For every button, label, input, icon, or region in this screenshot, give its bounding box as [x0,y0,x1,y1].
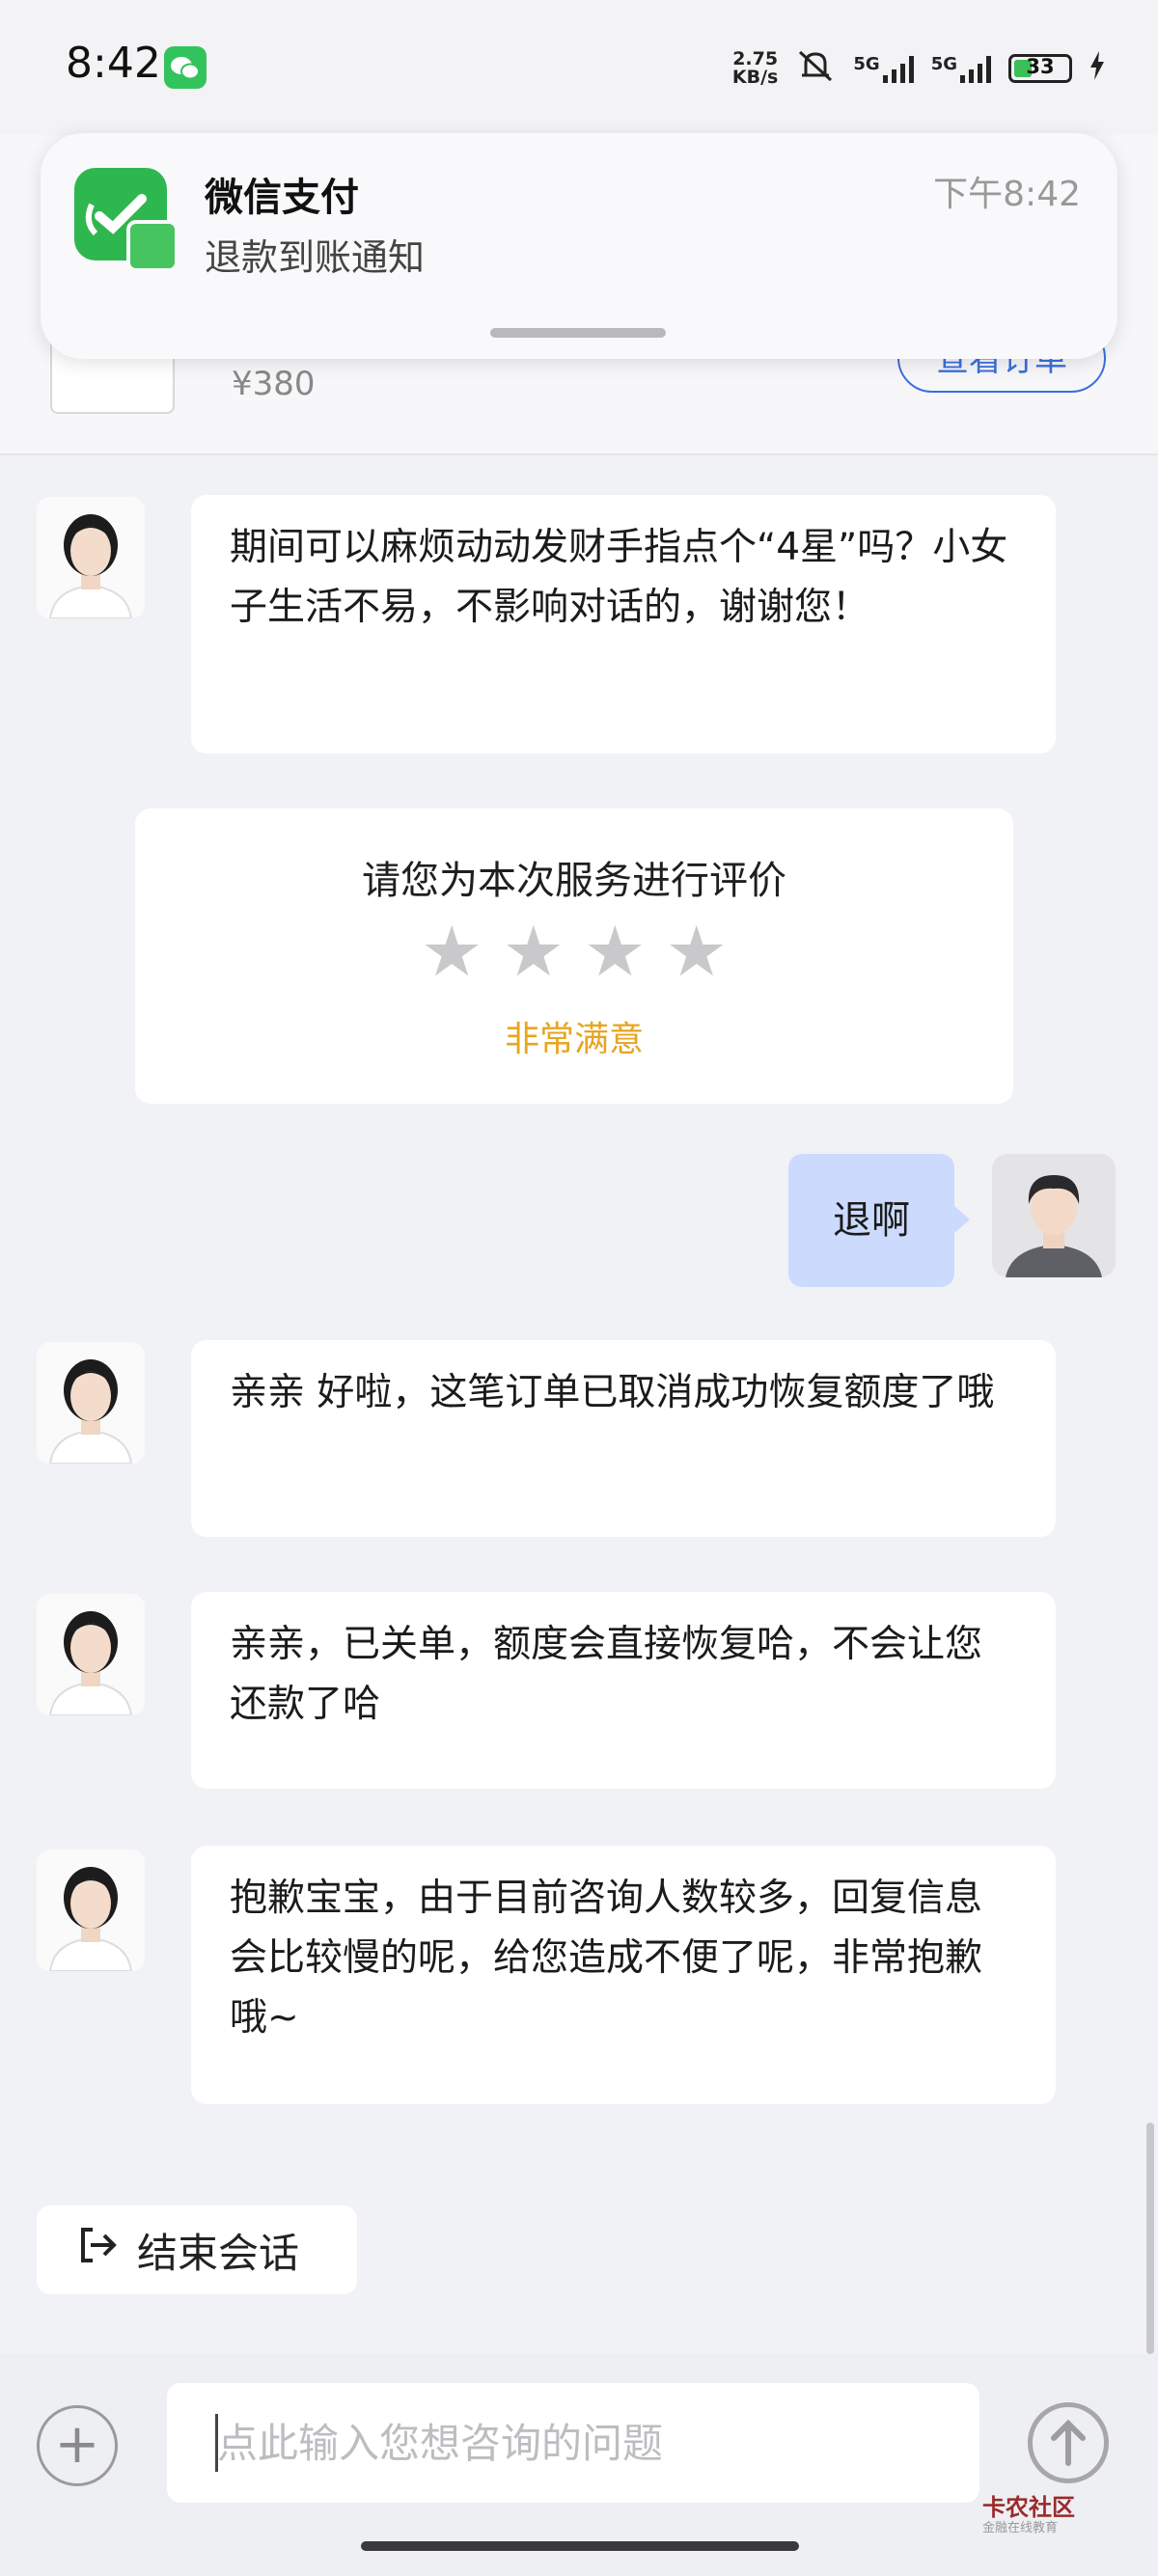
wechat-pay-icon [74,168,179,272]
message-input[interactable] [167,2383,979,2503]
agent-avatar [37,1594,145,1715]
arrow-up-icon [1051,2419,1086,2466]
notification-handle[interactable] [490,328,666,338]
rating-title: 请您为本次服务进行评价 [362,859,786,903]
end-chat-label: 结束会话 [137,2229,300,2277]
send-button[interactable] [1028,2402,1109,2483]
user-avatar [992,1154,1116,1277]
order-price: ¥380 [232,365,316,403]
exit-icon [75,2224,118,2276]
agent-message-bubble: 期间可以麻烦动动发财手指点个“4星”吗？小女子生活不易，不影响对话的，谢谢您！ [191,495,1056,754]
notification-banner[interactable]: 微信支付 退款到账通知 下午8:42 [41,133,1117,359]
home-indicator[interactable] [361,2541,799,2551]
wechat-status-icon [164,46,207,89]
charging-icon [1089,51,1105,86]
mute-bell-icon [795,48,836,89]
network-speed: 2.75 KB/s [731,48,779,88]
signal-5g-2: 5G [931,54,991,83]
signal-bars-icon [882,54,914,83]
agent-message-bubble: 亲亲 好啦，这笔订单已取消成功恢复额度了哦 [191,1340,1056,1537]
status-time: 8:42 [66,39,161,88]
notification-time: 下午8:42 [933,175,1081,214]
battery-icon: 33 [1008,54,1072,83]
rating-card: 请您为本次服务进行评价 ★ ★ ★ ★ 非常满意 [135,808,1013,1104]
wechat-badge-icon [126,220,179,272]
agent-avatar [37,1342,145,1464]
agent-message-bubble: 亲亲，已关单，额度会直接恢复哈，不会让您还款了哈 [191,1592,1056,1789]
star-icon[interactable]: ★ [584,915,647,988]
watermark-logo: 卡农社区 金融在线教育 [982,2494,1075,2535]
end-chat-button[interactable]: 结束会话 [37,2206,357,2294]
rating-label: 非常满意 [504,1020,644,1059]
user-message-bubble: 退啊 [788,1154,954,1287]
star-icon[interactable]: ★ [421,915,483,988]
agent-avatar [37,1850,145,1971]
status-indicators: 2.75 KB/s 5G 5G 33 [732,48,1105,89]
plus-icon: + [54,2413,100,2476]
user-bubble-tail [954,1206,970,1233]
text-cursor [215,2414,218,2472]
signal-5g-1: 5G [853,54,914,83]
star-icon[interactable]: ★ [502,915,565,988]
add-attachment-button[interactable]: + [37,2405,118,2486]
status-bar: 8:42 2.75 KB/s 5G 5G 33 [0,0,1158,135]
notification-title: 微信支付 [205,176,359,220]
agent-message-bubble: 抱歉宝宝，由于目前咨询人数较多，回复信息会比较慢的呢，给您造成不便了呢，非常抱歉… [191,1846,1056,2104]
rating-stars: ★ ★ ★ ★ [135,915,1013,988]
battery-level: 33 [1026,55,1055,78]
scrollbar[interactable] [1146,2123,1154,2354]
agent-avatar [37,497,145,618]
signal-bars-icon [960,54,991,83]
star-icon[interactable]: ★ [666,915,729,988]
notification-message: 退款到账通知 [205,236,426,279]
